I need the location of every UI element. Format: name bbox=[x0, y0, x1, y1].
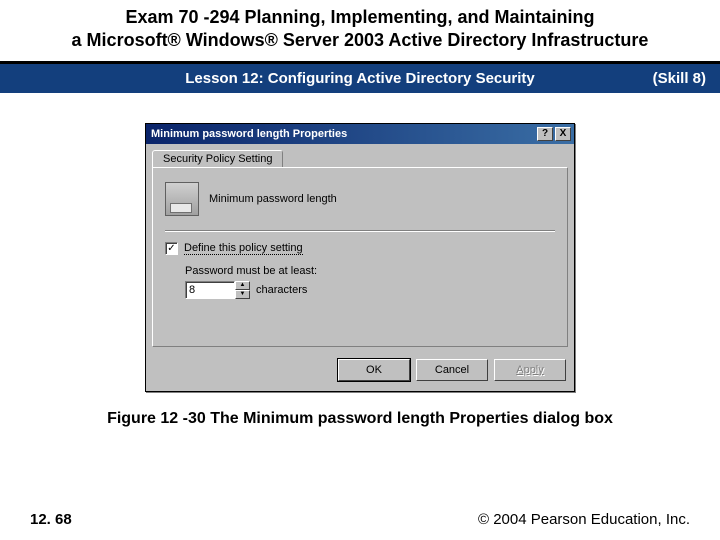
lesson-bar: Lesson 12: Configuring Active Directory … bbox=[0, 64, 720, 93]
define-policy-label: Define this policy setting bbox=[184, 242, 303, 255]
spinner-buttons: ▲ ▼ bbox=[235, 281, 250, 299]
cancel-button[interactable]: Cancel bbox=[416, 359, 488, 381]
separator bbox=[165, 230, 555, 232]
figure-caption: Figure 12 -30 The Minimum password lengt… bbox=[40, 410, 680, 428]
server-icon bbox=[165, 182, 199, 216]
properties-dialog: Minimum password length Properties ? X S… bbox=[145, 123, 575, 392]
lesson-title: Lesson 12: Configuring Active Directory … bbox=[185, 70, 535, 87]
skill-label: (Skill 8) bbox=[653, 70, 706, 87]
spinner-up[interactable]: ▲ bbox=[235, 281, 250, 290]
define-policy-checkbox[interactable]: ✓ bbox=[165, 242, 178, 255]
dialog-tabs: Security Policy Setting bbox=[146, 144, 574, 167]
apply-button[interactable]: Apply bbox=[494, 359, 566, 381]
copyright: © 2004 Pearson Education, Inc. bbox=[478, 511, 690, 528]
close-button[interactable]: X bbox=[555, 127, 571, 141]
define-policy-row: ✓ Define this policy setting bbox=[165, 242, 555, 255]
exam-title: Exam 70 -294 Planning, Implementing, and… bbox=[10, 6, 710, 53]
length-unit: characters bbox=[256, 284, 307, 296]
help-button[interactable]: ? bbox=[537, 127, 553, 141]
page-number: 12. 68 bbox=[30, 511, 72, 528]
slide-content: Minimum password length Properties ? X S… bbox=[0, 93, 720, 438]
length-input[interactable] bbox=[185, 281, 235, 299]
policy-header-row: Minimum password length bbox=[165, 180, 555, 226]
slide-header: Exam 70 -294 Planning, Implementing, and… bbox=[0, 0, 720, 64]
length-spinner: ▲ ▼ characters bbox=[185, 281, 307, 299]
exam-title-line2: a Microsoft® Windows® Server 2003 Active… bbox=[72, 30, 649, 50]
length-field-label: Password must be at least: bbox=[185, 265, 555, 277]
spinner-down[interactable]: ▼ bbox=[235, 290, 250, 299]
dialog-button-row: OK Cancel Apply bbox=[146, 355, 574, 391]
policy-name: Minimum password length bbox=[209, 193, 337, 205]
exam-title-line1: Exam 70 -294 Planning, Implementing, and… bbox=[125, 7, 594, 27]
dialog-titlebar: Minimum password length Properties ? X bbox=[146, 124, 574, 144]
ok-button[interactable]: OK bbox=[338, 359, 410, 381]
tab-security-policy-setting[interactable]: Security Policy Setting bbox=[152, 150, 283, 167]
close-icon: X bbox=[560, 129, 567, 139]
help-icon: ? bbox=[542, 129, 548, 139]
dialog-title: Minimum password length Properties bbox=[149, 128, 535, 140]
length-field-row: Password must be at least: ▲ ▼ character… bbox=[165, 265, 555, 299]
slide-footer: 12. 68 © 2004 Pearson Education, Inc. bbox=[0, 511, 720, 528]
tab-panel: Minimum password length ✓ Define this po… bbox=[152, 167, 568, 347]
